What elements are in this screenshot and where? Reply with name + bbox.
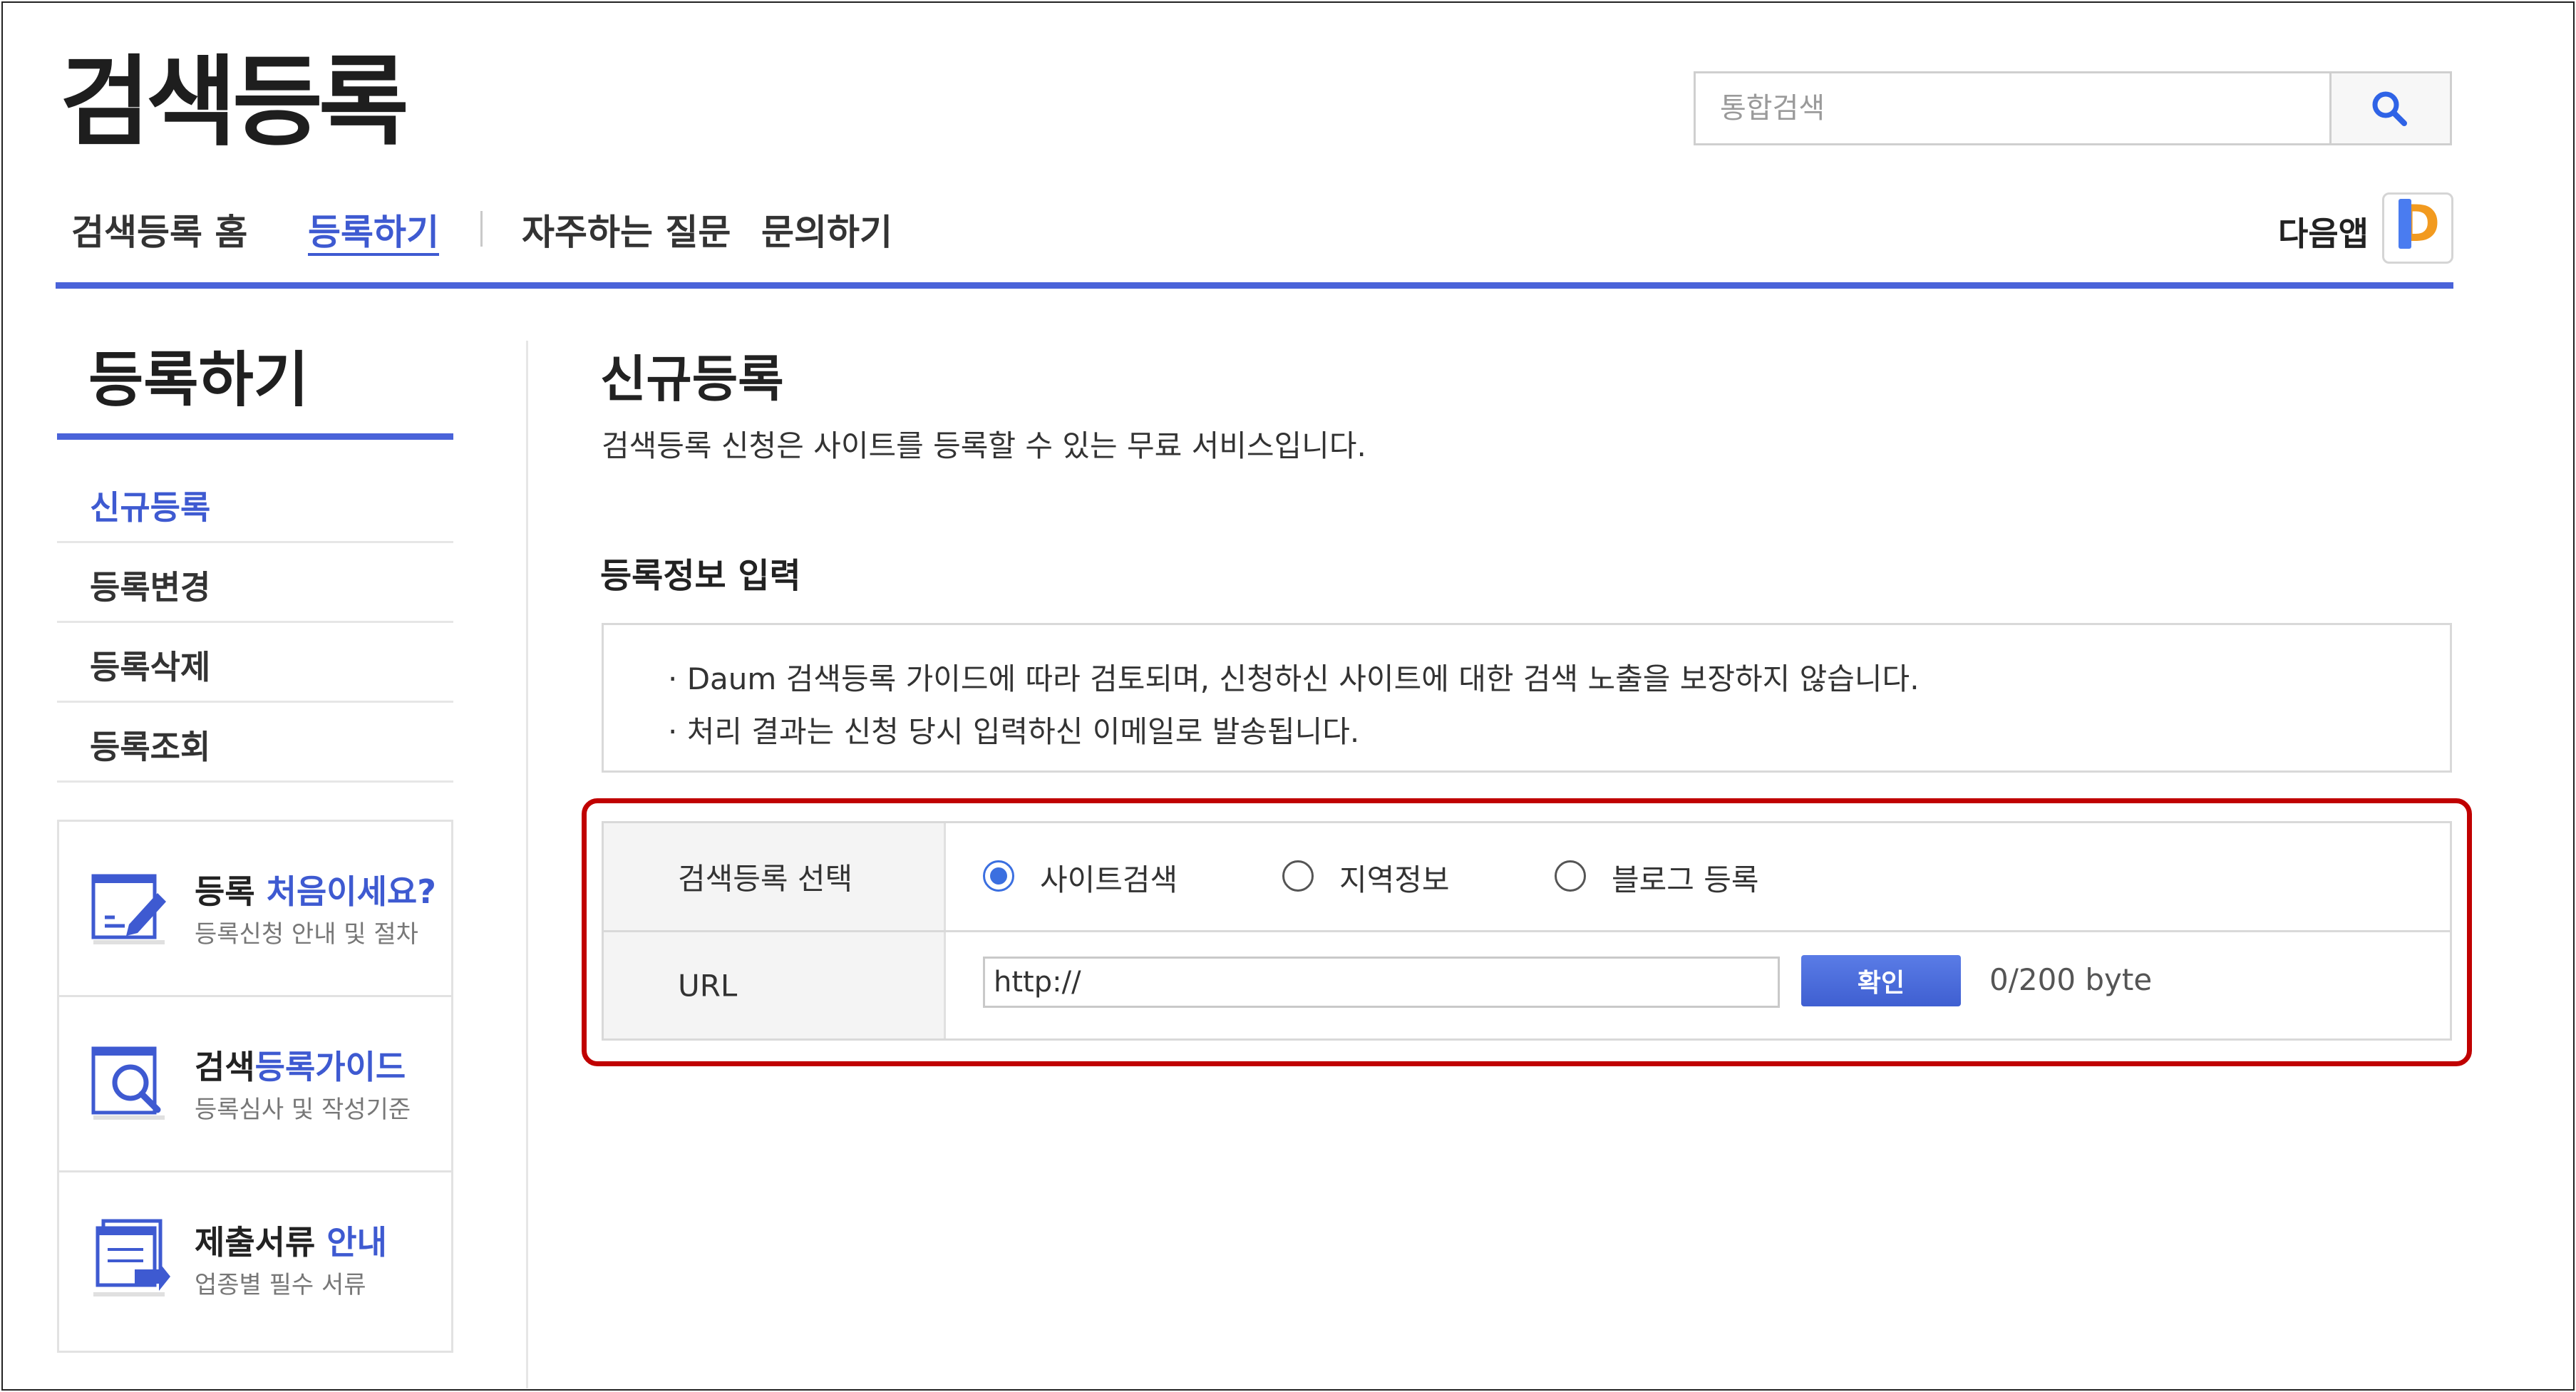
- promo-subtitle: 업종별 필수 서류: [195, 1271, 366, 1299]
- url-label: URL: [678, 968, 738, 1003]
- confirm-button[interactable]: 확인: [1801, 955, 1961, 1006]
- promo-documents[interactable]: 제출서류 안내 업종별 필수 서류: [59, 1172, 451, 1348]
- radio-label-blog[interactable]: 블로그 등록: [1612, 856, 1759, 899]
- radio-blog[interactable]: [1555, 860, 1586, 892]
- notice-line: · 처리 결과는 신청 당시 입력하신 이메일로 발송됩니다.: [668, 714, 1360, 749]
- sidebar-item-lookup[interactable]: 등록조회: [57, 703, 453, 783]
- promo-subtitle: 등록심사 및 작성기준: [195, 1095, 411, 1124]
- promo-title-a: 제출서류: [195, 1223, 327, 1262]
- form-row-type: 검색등록 선택 사이트검색 지역정보 블로그 등록: [604, 823, 2450, 932]
- sidebar-item-label: 등록변경: [90, 568, 211, 607]
- nav-home[interactable]: 검색등록 홈: [71, 204, 247, 255]
- daum-app-label[interactable]: 다음앱: [2278, 208, 2369, 255]
- nav-inquiry[interactable]: 문의하기: [761, 204, 892, 255]
- promo-title-a: 등록: [195, 872, 267, 911]
- page-title: 신규등록: [600, 350, 784, 408]
- section-title: 등록정보 입력: [600, 556, 801, 596]
- promo-title-b: 안내: [326, 1223, 387, 1262]
- sidebar-item-delete[interactable]: 등록삭제: [57, 623, 453, 703]
- document-stack-icon: [93, 1219, 170, 1296]
- promo-first-time[interactable]: 등록 처음이세요? 등록신청 안내 및 절차: [59, 822, 451, 997]
- search-button[interactable]: [2329, 73, 2450, 143]
- daum-app-button[interactable]: D: [2382, 192, 2453, 264]
- nav-faq[interactable]: 자주하는 질문: [522, 204, 731, 255]
- magnifier-guide-icon: [91, 1046, 165, 1120]
- url-input[interactable]: [983, 957, 1780, 1008]
- promo-subtitle: 등록신청 안내 및 절차: [195, 920, 418, 949]
- form-label-cell: 검색등록 선택: [604, 823, 946, 930]
- radio-label-site-search[interactable]: 사이트검색: [1040, 856, 1178, 899]
- notice-line: · Daum 검색등록 가이드에 따라 검토되며, 신청하신 사이트에 대한 검…: [668, 661, 1920, 696]
- sidebar-item-label: 신규등록: [90, 488, 211, 527]
- promo-title-b: 처음이세요?: [266, 872, 436, 911]
- form-label-cell: URL: [604, 932, 946, 1038]
- sidebar-item-change[interactable]: 등록변경: [57, 543, 453, 623]
- daum-app-icon: D: [2399, 195, 2441, 253]
- sidebar-item-label: 등록조회: [90, 728, 211, 766]
- type-select-label: 검색등록 선택: [678, 861, 853, 897]
- pencil-document-icon: [91, 874, 166, 944]
- form-row-url: URL 확인 0/200 byte: [604, 932, 2450, 1038]
- promo-title-b: 등록가이드: [254, 1048, 406, 1086]
- radio-local-info[interactable]: [1282, 860, 1314, 892]
- site-title[interactable]: 검색등록: [60, 48, 409, 157]
- notice-box: · Daum 검색등록 가이드에 따라 검토되며, 신청하신 사이트에 대한 검…: [602, 623, 2452, 773]
- byte-counter: 0/200 byte: [1989, 962, 2153, 997]
- page-frame: 검색등록 검색등록 홈 등록하기 자주하는 질문 문의하기 다음앱 D 등록하기…: [1, 1, 2575, 1391]
- sidebar-item-label: 등록삭제: [90, 648, 211, 686]
- nav-divider: [480, 211, 483, 247]
- radio-site-search[interactable]: [983, 860, 1014, 892]
- promo-title-a: 검색: [195, 1048, 255, 1086]
- page-description: 검색등록 신청은 사이트를 등록할 수 있는 무료 서비스입니다.: [602, 428, 1366, 463]
- header-divider: [56, 282, 2453, 289]
- promo-guide[interactable]: 검색등록가이드 등록심사 및 작성기준: [59, 997, 451, 1172]
- search-input[interactable]: [1696, 73, 2332, 143]
- nav-register[interactable]: 등록하기: [308, 204, 439, 255]
- search-box: [1694, 71, 2452, 145]
- registration-form: 검색등록 선택 사이트검색 지역정보 블로그 등록 URL 확인 0/200 b…: [602, 821, 2452, 1041]
- sidebar-item-new[interactable]: 신규등록: [57, 463, 453, 543]
- radio-label-local-info[interactable]: 지역정보: [1339, 856, 1450, 899]
- search-icon: [2372, 91, 2407, 126]
- content-divider: [526, 341, 528, 1388]
- sidebar-title-rule: [57, 433, 453, 440]
- sidebar-title: 등록하기: [88, 345, 309, 415]
- sidebar-promo-panel: 등록 처음이세요? 등록신청 안내 및 절차 검색등록가이드 등록심사 및 작성…: [57, 820, 453, 1353]
